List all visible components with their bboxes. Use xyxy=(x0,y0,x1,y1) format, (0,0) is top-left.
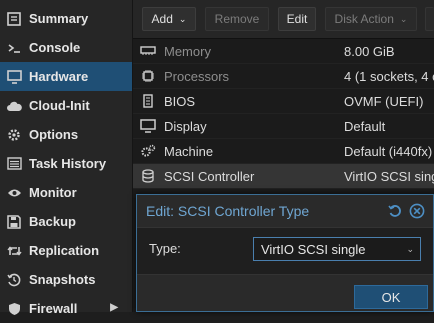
toolbar: Add ⌄ Remove Edit Disk Action ⌄ xyxy=(133,0,434,39)
sidebar-item-label: Snapshots xyxy=(29,272,96,287)
hardware-value: Default xyxy=(344,118,386,134)
sidebar-item-cloud-init[interactable]: Cloud-Init xyxy=(0,91,132,120)
edit-button[interactable]: Edit xyxy=(278,7,316,31)
type-select[interactable]: VirtIO SCSI single ⌄ xyxy=(253,237,421,261)
hardware-value: 8.00 GiB xyxy=(344,43,395,59)
history-icon xyxy=(6,272,22,288)
hardware-row-processors[interactable]: Processors 4 (1 sockets, 4 c xyxy=(133,64,434,89)
hardware-name: Display xyxy=(164,118,207,134)
remove-button[interactable]: Remove xyxy=(205,7,269,31)
hardware-name: Processors xyxy=(164,68,230,84)
hardware-value: OVMF (UEFI) xyxy=(344,93,424,109)
edit-scsi-controller-dialog: Edit: SCSI Controller Type Type: VirtIO … xyxy=(136,194,434,312)
hardware-name: SCSI Controller xyxy=(164,168,255,184)
chevron-down-icon: ⌄ xyxy=(178,13,187,24)
hardware-name: Machine xyxy=(164,143,214,159)
hardware-row-machine[interactable]: Machine Default (i440fx) xyxy=(133,139,434,164)
sidebar-item-label: Replication xyxy=(29,243,100,258)
summary-icon xyxy=(6,11,22,27)
sidebar-item-summary[interactable]: Summary xyxy=(0,4,132,33)
hardware-name: Memory xyxy=(164,43,211,59)
monitor-icon xyxy=(6,69,22,85)
hardware-row-memory[interactable]: Memory 8.00 GiB xyxy=(133,39,434,64)
retweet-icon xyxy=(6,243,22,259)
dialog-body: Type: VirtIO SCSI single ⌄ xyxy=(137,227,433,275)
chevron-down-icon: ⌄ xyxy=(406,244,414,254)
memory-icon xyxy=(137,46,159,56)
chevron-right-icon: ▶ xyxy=(110,302,118,313)
hardware-value: 4 (1 sockets, 4 c xyxy=(344,68,434,84)
revert-button[interactable] xyxy=(425,7,434,31)
type-select-value: VirtIO SCSI single xyxy=(261,241,366,257)
floppy-icon xyxy=(6,214,22,230)
shield-icon xyxy=(6,301,22,317)
dialog-header: Edit: SCSI Controller Type xyxy=(137,195,433,227)
sidebar-item-console[interactable]: Console xyxy=(0,33,132,62)
cogs-icon xyxy=(137,144,159,158)
display-icon xyxy=(137,119,159,133)
sidebar-item-snapshots[interactable]: Snapshots xyxy=(0,265,132,294)
bios-icon xyxy=(137,94,159,108)
add-button-label: Add xyxy=(151,12,173,26)
ok-button[interactable]: OK xyxy=(354,285,428,309)
sidebar-item-options[interactable]: Options xyxy=(0,120,132,149)
add-button[interactable]: Add ⌄ xyxy=(142,7,196,31)
sidebar: Summary Console Hardware Cloud-Init Opti… xyxy=(0,0,133,316)
sidebar-item-monitor[interactable]: Monitor xyxy=(0,178,132,207)
disk-action-button-label: Disk Action xyxy=(334,12,394,26)
sidebar-item-label: Hardware xyxy=(29,69,89,84)
sidebar-item-backup[interactable]: Backup xyxy=(0,207,132,236)
close-icon[interactable] xyxy=(409,203,425,219)
sidebar-item-label: Options xyxy=(29,127,79,142)
console-icon xyxy=(6,40,22,56)
hardware-value: Default (i440fx) xyxy=(344,143,433,159)
dialog-title: Edit: SCSI Controller Type xyxy=(146,203,310,219)
gear-icon xyxy=(6,127,22,143)
cloud-icon xyxy=(6,98,22,114)
sidebar-item-firewall[interactable]: Firewall ▶ xyxy=(0,294,132,323)
edit-button-label: Edit xyxy=(286,12,308,26)
sidebar-item-label: Console xyxy=(29,40,81,55)
sidebar-item-replication[interactable]: Replication xyxy=(0,236,132,265)
cpu-icon xyxy=(137,69,159,83)
sidebar-item-label: Cloud-Init xyxy=(29,98,90,113)
reset-icon[interactable] xyxy=(387,203,403,219)
sidebar-item-label: Monitor xyxy=(29,185,77,200)
hardware-row-display[interactable]: Display Default xyxy=(133,114,434,139)
hardware-row-bios[interactable]: BIOS OVMF (UEFI) xyxy=(133,89,434,114)
chevron-down-icon: ⌄ xyxy=(399,13,408,24)
list-icon xyxy=(6,156,22,172)
type-label: Type: xyxy=(149,241,181,256)
eye-icon xyxy=(6,185,22,201)
sidebar-item-hardware[interactable]: Hardware xyxy=(0,62,132,91)
hardware-name: BIOS xyxy=(164,93,196,109)
sidebar-item-label: Task History xyxy=(29,156,107,171)
disk-action-button[interactable]: Disk Action ⌄ xyxy=(325,7,417,31)
hardware-value: VirtIO SCSI sing xyxy=(344,168,434,184)
sidebar-item-label: Summary xyxy=(29,11,89,26)
sidebar-item-label: Firewall xyxy=(29,301,78,316)
ok-button-label: OK xyxy=(381,289,401,305)
sidebar-item-label: Backup xyxy=(29,214,76,229)
hardware-row-scsi-controller[interactable]: SCSI Controller VirtIO SCSI sing xyxy=(133,164,434,189)
database-icon xyxy=(137,169,159,183)
sidebar-item-task-history[interactable]: Task History xyxy=(0,149,132,178)
remove-button-label: Remove xyxy=(214,12,260,26)
